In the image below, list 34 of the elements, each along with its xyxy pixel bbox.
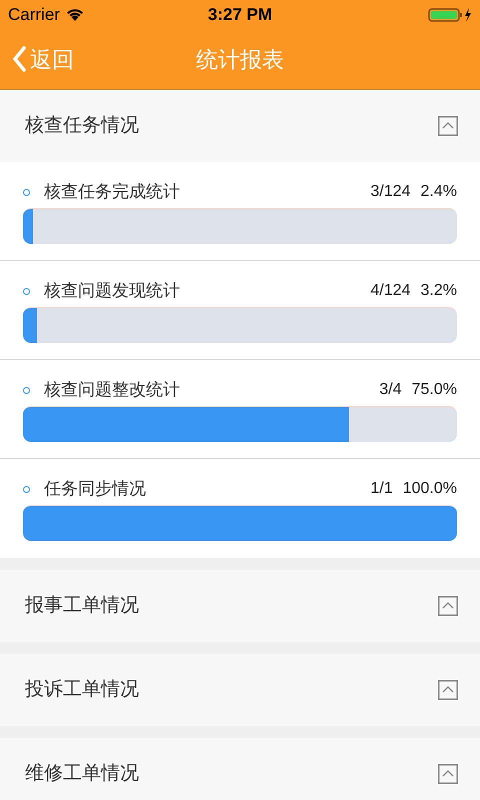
section-title: 投诉工单情况: [25, 678, 139, 702]
section-header[interactable]: 核查任务情况: [0, 90, 480, 162]
stat-percent: 75.0%: [412, 380, 457, 400]
section-title: 报事工单情况: [25, 594, 139, 618]
status-time: 3:27 PM: [208, 4, 272, 26]
stat-percent: 2.4%: [420, 182, 457, 202]
collapse-icon[interactable]: [438, 680, 458, 700]
stat-count: 3/124: [370, 182, 411, 202]
stat-percent: 100.0%: [402, 479, 457, 499]
stat-count: 3/4: [379, 380, 402, 400]
battery-charging-icon: [428, 6, 472, 23]
stat-count: 4/124: [370, 281, 411, 301]
section-title: 核查任务情况: [25, 114, 139, 138]
stat-percent: 3.2%: [420, 281, 457, 301]
stat-name: 核查问题整改统计: [44, 379, 180, 402]
collapse-icon[interactable]: [438, 596, 458, 616]
stat-name: 任务同步情况: [44, 478, 146, 500]
carrier-label: Carrier: [8, 4, 60, 26]
bullet-icon: [23, 288, 30, 294]
stat-count: 1/1: [370, 479, 393, 499]
bullet-icon: [23, 188, 30, 196]
section-header[interactable]: 投诉工单情况: [0, 654, 480, 726]
page-title: 统计报表: [196, 46, 284, 74]
section-header[interactable]: 维修工单情况: [0, 738, 480, 800]
section-title: 维修工单情况: [25, 762, 139, 786]
bullet-icon: [23, 486, 30, 492]
stat-name: 核查任务完成统计: [44, 181, 180, 204]
collapse-icon[interactable]: [438, 764, 458, 784]
collapse-icon[interactable]: [438, 116, 458, 136]
stat-name: 核查问题发现统计: [44, 280, 180, 302]
bullet-icon: [23, 386, 30, 394]
section-header[interactable]: 报事工单情况: [0, 570, 480, 642]
back-chevron-icon: [12, 46, 26, 72]
wifi-icon: [66, 8, 84, 22]
